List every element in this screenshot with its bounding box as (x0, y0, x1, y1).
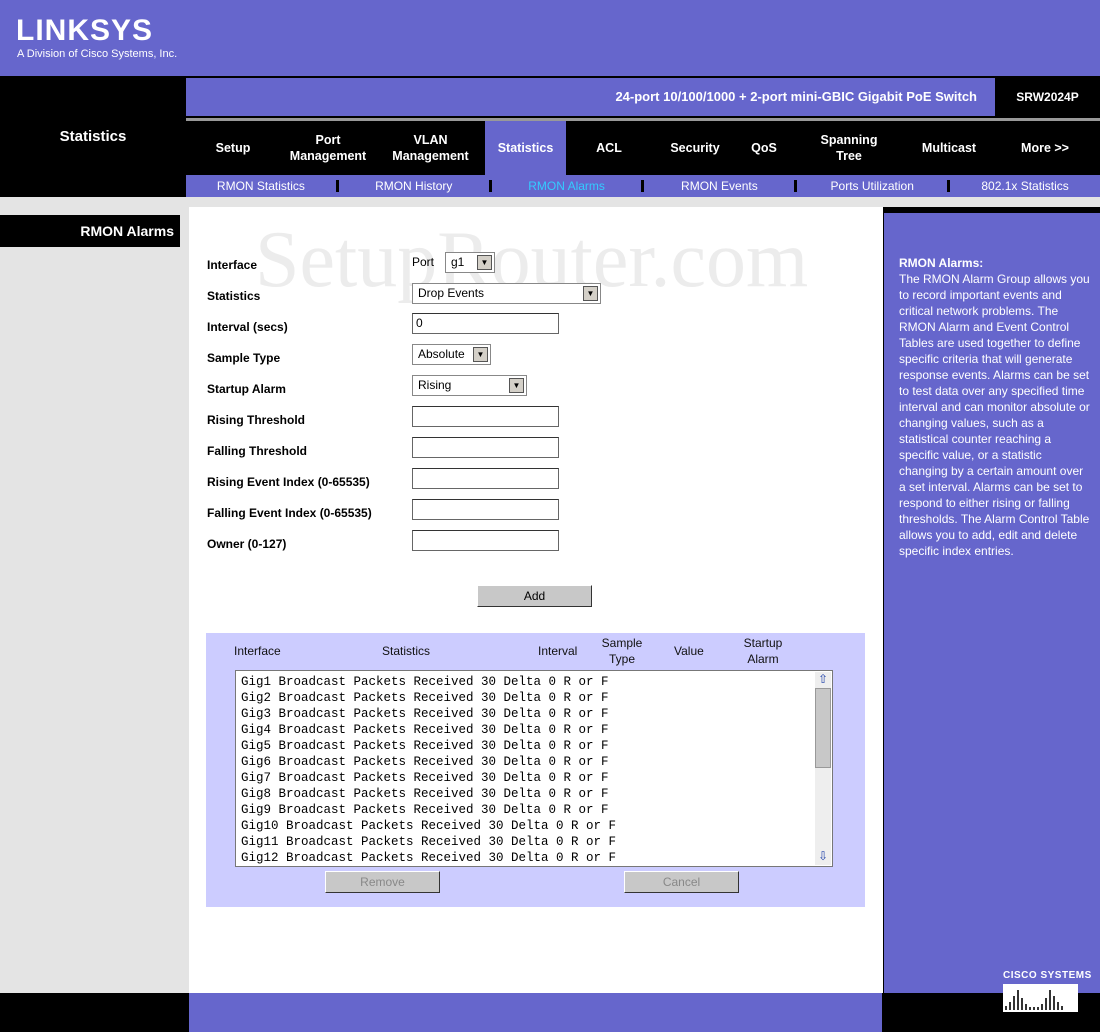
tab-more[interactable]: More >> (990, 121, 1100, 175)
list-item[interactable]: Gig11 Broadcast Packets Received 30 Delt… (236, 834, 832, 850)
col-statistics: Statistics (382, 644, 431, 658)
subtab-rmon-history[interactable]: RMON History (339, 179, 489, 193)
chevron-down-icon: ▼ (509, 378, 524, 393)
chevron-down-icon: ▼ (477, 255, 492, 270)
sample-type-label: Sample Type (207, 351, 281, 365)
port-value: g1 (451, 255, 465, 269)
subtab-rmon-events[interactable]: RMON Events (644, 179, 794, 193)
list-item[interactable]: Gig10 Broadcast Packets Received 30 Delt… (236, 818, 832, 834)
remove-button[interactable]: Remove (325, 871, 440, 893)
footer-bar (189, 993, 882, 1032)
chevron-down-icon: ▼ (583, 286, 598, 301)
add-button[interactable]: Add (477, 585, 592, 607)
port-select[interactable]: g1 ▼ (445, 252, 495, 273)
startup-alarm-label: Startup Alarm (207, 382, 286, 396)
tab-spanning-tree[interactable]: Spanning Tree (790, 121, 908, 175)
sub-tabs: RMON Statistics RMON History RMON Alarms… (186, 175, 1100, 197)
list-item[interactable]: Gig1 Broadcast Packets Received 30 Delta… (236, 674, 832, 690)
tab-setup[interactable]: Setup (186, 121, 280, 175)
tab-acl[interactable]: ACL (566, 121, 652, 175)
falling-threshold-label: Falling Threshold (207, 444, 308, 458)
owner-input[interactable] (412, 530, 559, 551)
list-item[interactable]: Gig5 Broadcast Packets Received 30 Delta… (236, 738, 832, 754)
main-tabs: Setup Port Management VLAN Management St… (186, 118, 1100, 175)
interval-label: Interval (secs) (207, 320, 288, 334)
falling-event-index-label: Falling Event Index (0-65535) (207, 506, 372, 520)
subtab-8021x-statistics[interactable]: 802.1x Statistics (950, 179, 1100, 193)
spacer (189, 197, 1100, 207)
statistics-label: Statistics (207, 289, 261, 303)
tab-statistics[interactable]: Statistics (485, 121, 566, 175)
rising-event-index-label: Rising Event Index (0-65535) (207, 475, 370, 489)
startup-alarm-value: Rising (418, 378, 452, 392)
scrollbar[interactable]: ⇧ ⇩ (815, 672, 831, 865)
interface-label: Interface (207, 258, 258, 272)
subtab-ports-utilization[interactable]: Ports Utilization (797, 179, 947, 193)
subtab-rmon-statistics[interactable]: RMON Statistics (186, 179, 336, 193)
rising-threshold-input[interactable] (412, 406, 559, 427)
statistics-value: Drop Events (418, 286, 485, 300)
col-sample-type: Sample Type (601, 636, 643, 666)
model-name: SRW2024P (1016, 90, 1079, 104)
list-item[interactable]: Gig2 Broadcast Packets Received 30 Delta… (236, 690, 832, 706)
list-item[interactable]: Gig6 Broadcast Packets Received 30 Delta… (236, 754, 832, 770)
product-name: 24-port 10/100/1000 + 2-port mini-GBIC G… (186, 78, 995, 116)
cisco-logo: CISCO SYSTEMS (1003, 970, 1092, 1012)
help-panel: RMON Alarms: The RMON Alarm Group allows… (884, 213, 1100, 993)
list-item[interactable]: Gig8 Broadcast Packets Received 30 Delta… (236, 786, 832, 802)
chevron-down-icon: ▼ (473, 347, 488, 362)
list-item[interactable]: Gig9 Broadcast Packets Received 30 Delta… (236, 802, 832, 818)
list-item[interactable]: Gig12 Broadcast Packets Received 30 Delt… (236, 850, 832, 866)
owner-label: Owner (0-127) (207, 537, 287, 551)
scroll-down-icon[interactable]: ⇩ (815, 849, 831, 865)
tab-multicast[interactable]: Multicast (908, 121, 990, 175)
col-startup-alarm: Startup Alarm (743, 636, 783, 666)
cisco-bridge-icon (1003, 984, 1078, 1012)
sample-type-select[interactable]: Absolute ▼ (412, 344, 491, 365)
help-text: The RMON Alarm Group allows you to recor… (899, 272, 1090, 558)
sidebar-item-rmon-alarms[interactable]: RMON Alarms (0, 215, 180, 247)
list-item[interactable]: Gig3 Broadcast Packets Received 30 Delta… (236, 706, 832, 722)
section-title: Statistics (59, 128, 127, 145)
tab-port-management[interactable]: Port Management (280, 121, 376, 175)
list-item[interactable]: Gig7 Broadcast Packets Received 30 Delta… (236, 770, 832, 786)
tab-vlan-management[interactable]: VLAN Management (376, 121, 485, 175)
rising-threshold-label: Rising Threshold (207, 413, 306, 427)
falling-threshold-input[interactable] (412, 437, 559, 458)
rising-event-index-input[interactable] (412, 468, 559, 489)
port-label: Port (412, 255, 435, 269)
startup-alarm-select[interactable]: Rising ▼ (412, 375, 527, 396)
tab-security[interactable]: Security (652, 121, 738, 175)
subtab-rmon-alarms[interactable]: RMON Alarms (492, 179, 642, 193)
help-title: RMON Alarms: (899, 256, 984, 270)
sample-type-value: Absolute (418, 347, 465, 361)
col-value: Value (674, 644, 704, 658)
cancel-button[interactable]: Cancel (624, 871, 739, 893)
alarm-list[interactable]: Gig1 Broadcast Packets Received 30 Delta… (235, 670, 833, 867)
col-interval: Interval (538, 644, 578, 658)
falling-event-index-input[interactable] (412, 499, 559, 520)
tab-qos[interactable]: QoS (738, 121, 790, 175)
linksys-logo: LINKSYS (16, 14, 154, 47)
scrollbar-thumb[interactable] (815, 688, 831, 768)
header-banner (0, 0, 1100, 76)
scroll-up-icon[interactable]: ⇧ (815, 672, 831, 688)
list-item[interactable]: Gig4 Broadcast Packets Received 30 Delta… (236, 722, 832, 738)
col-interface: Interface (234, 644, 281, 658)
interval-input[interactable]: 0 (412, 313, 559, 334)
logo-subtitle: A Division of Cisco Systems, Inc. (17, 48, 178, 60)
statistics-select[interactable]: Drop Events ▼ (412, 283, 601, 304)
left-sidebar (0, 197, 189, 993)
